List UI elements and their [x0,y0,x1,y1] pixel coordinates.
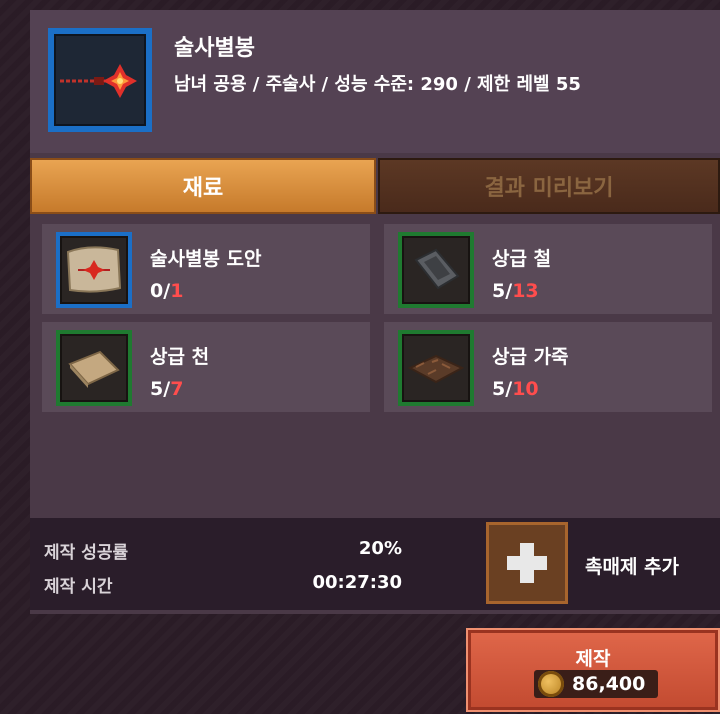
plus-icon [507,543,547,583]
craft-button[interactable]: 제작 86,400 [466,628,720,712]
material-slot [56,330,132,406]
leather-icon [407,354,465,384]
success-rate-label: 제작 성공률 [44,543,129,563]
material-count: 0/1 [150,280,184,302]
item-name: 술사별봉 [174,36,255,61]
cloth-icon [68,350,120,388]
material-item[interactable]: 상급 철 5/13 [384,224,712,314]
material-name: 상급 가죽 [492,346,569,368]
material-item[interactable]: 술사별봉 도안 0/1 [42,224,370,314]
item-slot[interactable] [48,28,152,132]
success-rate-value: 20% [358,538,402,559]
staff-icon [60,64,137,98]
item-description: 남녀 공용 / 주술사 / 성능 수준: 290 / 제한 레벨 55 [174,74,581,95]
material-count: 5/13 [492,280,539,302]
material-slot [398,330,474,406]
craft-time-value: 00:27:30 [312,572,402,593]
tab-result-preview[interactable]: 결과 미리보기 [378,158,720,214]
add-catalyst-button[interactable] [486,522,568,604]
gold-coin-icon [538,671,564,697]
material-name: 술사별봉 도안 [150,248,262,270]
craft-price-value: 86,400 [572,673,646,695]
craft-button-label: 제작 [575,648,611,670]
scroll-blueprint-icon [66,246,122,293]
craft-price: 86,400 [534,670,658,698]
craft-time-label: 제작 시간 [44,577,113,597]
material-slot [56,232,132,308]
material-name: 상급 철 [492,248,552,270]
material-item[interactable]: 상급 가죽 5/10 [384,322,712,412]
material-count: 5/7 [150,378,184,400]
material-item[interactable]: 상급 천 5/7 [42,322,370,412]
iron-ingot-icon [414,248,460,290]
tab-materials[interactable]: 재료 [30,158,376,214]
material-count: 5/10 [492,378,539,400]
add-catalyst-label: 촉매제 추가 [585,556,680,578]
material-name: 상급 천 [150,346,210,368]
material-slot [398,232,474,308]
